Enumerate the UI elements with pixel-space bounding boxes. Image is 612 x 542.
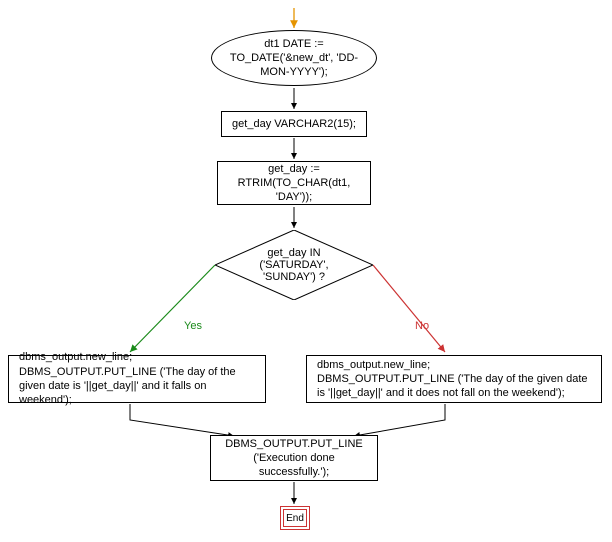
end-node: End <box>280 506 310 530</box>
yes-action-node: dbms_output.new_line; DBMS_OUTPUT.PUT_LI… <box>8 355 266 403</box>
assign-node: get_day := RTRIM(TO_CHAR(dt1, 'DAY')); <box>217 161 371 205</box>
done-node: DBMS_OUTPUT.PUT_LINE ('Execution done su… <box>210 435 378 481</box>
start-node: dt1 DATE := TO_DATE('&new_dt', 'DD-MON-Y… <box>211 30 377 86</box>
assign-text: get_day := RTRIM(TO_CHAR(dt1, 'DAY')); <box>228 162 360 205</box>
no-action-node: dbms_output.new_line; DBMS_OUTPUT.PUT_LI… <box>306 355 602 403</box>
decision-node: get_day IN ('SATURDAY', 'SUNDAY') ? <box>215 230 373 300</box>
no-action-text: dbms_output.new_line; DBMS_OUTPUT.PUT_LI… <box>317 358 591 401</box>
end-text: End <box>286 513 304 524</box>
edge-no-label: No <box>415 320 429 332</box>
decision-text: get_day IN ('SATURDAY', 'SUNDAY') ? <box>233 247 355 283</box>
edge-yes-label: Yes <box>184 320 202 332</box>
declare-text: get_day VARCHAR2(15); <box>232 117 356 131</box>
start-text: dt1 DATE := TO_DATE('&new_dt', 'DD-MON-Y… <box>226 37 362 80</box>
done-text: DBMS_OUTPUT.PUT_LINE ('Execution done su… <box>221 437 367 480</box>
declare-node: get_day VARCHAR2(15); <box>221 111 367 137</box>
yes-action-text: dbms_output.new_line; DBMS_OUTPUT.PUT_LI… <box>19 350 255 407</box>
